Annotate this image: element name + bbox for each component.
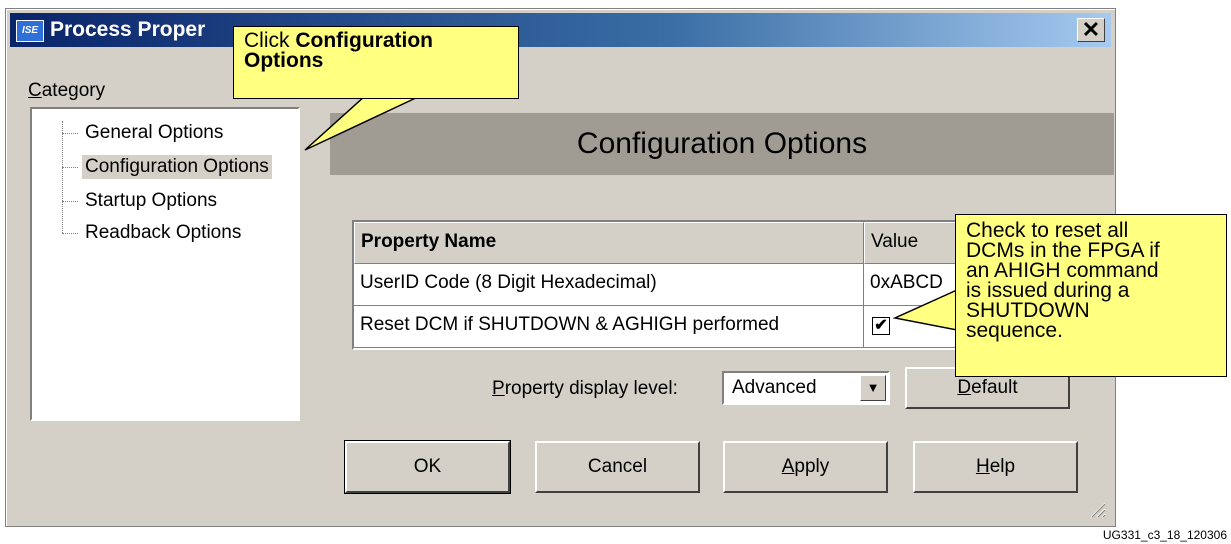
- title-bar[interactable]: ISE Process Proper ✕: [10, 13, 1111, 47]
- callout-right-line: SHUTDOWN: [966, 299, 1090, 322]
- display-level-label-rest: roperty display level:: [504, 378, 678, 399]
- property-display-level-select[interactable]: Advanced ▼: [722, 371, 890, 405]
- dropdown-arrow-icon[interactable]: ▼: [860, 375, 886, 401]
- close-button[interactable]: ✕: [1077, 18, 1105, 42]
- ise-app-icon: ISE: [16, 20, 44, 42]
- configuration-callout: Click Configuration Options: [233, 26, 519, 99]
- panel-header-title: Configuration Options: [576, 127, 868, 160]
- help-accel: H: [975, 456, 990, 477]
- window-title: Process Proper: [50, 18, 206, 41]
- callout-right-line: sequence.: [966, 319, 1063, 342]
- reset-dcm-checkbox[interactable]: ✔: [872, 317, 890, 335]
- category-label: Category: [28, 80, 105, 102]
- tree-item-startup-options[interactable]: Startup Options: [82, 189, 220, 213]
- reset-dcm-callout: Check to reset all DCMs in the FPGA if a…: [955, 214, 1227, 377]
- callout-right-line: an AHIGH command: [966, 259, 1159, 282]
- display-level-accel: P: [492, 378, 505, 399]
- resize-grip-icon[interactable]: [1088, 500, 1106, 518]
- default-accel: D: [957, 377, 972, 398]
- close-icon: ✕: [1081, 17, 1101, 42]
- column-header-property-name[interactable]: Property Name: [354, 222, 864, 264]
- property-row-reset-dcm-name: Reset DCM if SHUTDOWN & AGHIGH performed: [354, 306, 864, 348]
- figure-id: UG331_c3_18_120306: [1102, 528, 1227, 542]
- callout-top-bold-2: Options: [244, 49, 324, 72]
- apply-accel: A: [781, 456, 795, 477]
- tree-connector: [62, 121, 63, 233]
- callout-right-line: is issued during a: [966, 279, 1130, 302]
- help-button[interactable]: Help: [913, 441, 1078, 493]
- property-row-userid-name: UserID Code (8 Digit Hexadecimal): [354, 264, 864, 306]
- default-label-rest: efault: [971, 377, 1018, 398]
- tree-connector: [62, 133, 78, 134]
- category-label-rest: ategory: [41, 80, 106, 101]
- tree-item-readback-options[interactable]: Readback Options: [82, 221, 244, 245]
- callout-right-line: DCMs in the FPGA if: [966, 239, 1160, 262]
- tree-item-configuration-options[interactable]: Configuration Options: [82, 155, 272, 179]
- help-label-rest: elp: [989, 456, 1016, 477]
- apply-label-rest: pply: [794, 456, 830, 477]
- panel-header: Configuration Options: [330, 113, 1114, 175]
- tree-connector: [62, 233, 78, 234]
- tree-item-general-options[interactable]: General Options: [82, 121, 226, 145]
- tree-connector: [62, 201, 78, 202]
- cancel-button[interactable]: Cancel: [535, 441, 700, 493]
- display-level-value: Advanced: [732, 377, 817, 398]
- category-tree[interactable]: General Options Configuration Options St…: [30, 107, 300, 421]
- callout-right-line: Check to reset all: [966, 219, 1129, 242]
- apply-button[interactable]: Apply: [723, 441, 888, 493]
- tree-connector: [62, 167, 78, 168]
- property-display-level-label: Property display level:: [492, 375, 678, 403]
- category-accel: C: [28, 80, 42, 101]
- ok-button[interactable]: OK: [344, 440, 511, 494]
